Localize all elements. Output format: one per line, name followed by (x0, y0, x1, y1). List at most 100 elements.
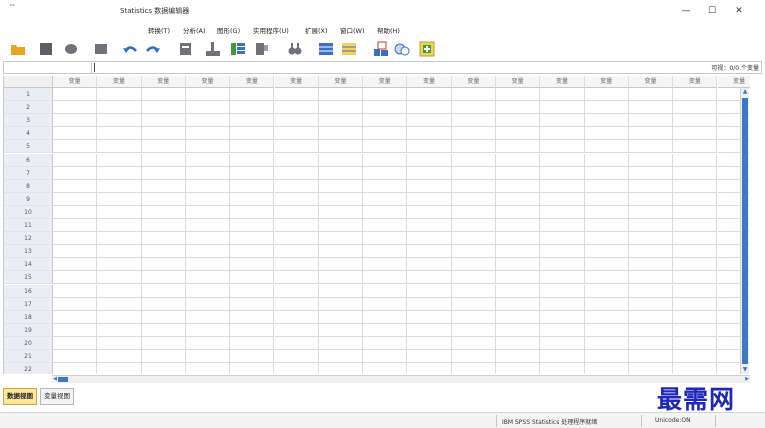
data-cell[interactable] (363, 245, 408, 259)
data-cell[interactable] (53, 101, 98, 115)
data-cell[interactable] (141, 127, 186, 141)
column-header[interactable]: 变量 (274, 76, 319, 88)
data-cell[interactable] (407, 88, 452, 102)
data-cell[interactable] (451, 232, 496, 246)
data-cell[interactable] (628, 297, 674, 311)
data-cell[interactable] (451, 350, 496, 364)
data-cell[interactable] (97, 127, 142, 141)
data-cell[interactable] (230, 297, 275, 311)
data-cell[interactable] (540, 219, 585, 233)
data-cell[interactable] (53, 271, 98, 285)
row-header[interactable]: 13 (4, 245, 53, 259)
data-cell[interactable] (230, 310, 275, 324)
data-cell[interactable] (185, 179, 231, 193)
data-cell[interactable] (673, 350, 718, 364)
data-cell[interactable] (540, 284, 585, 298)
row-header[interactable]: 8 (4, 179, 53, 193)
data-cell[interactable] (97, 245, 142, 259)
data-cell[interactable] (230, 205, 275, 219)
data-cell[interactable] (141, 245, 186, 259)
data-cell[interactable] (407, 153, 452, 167)
data-cell[interactable] (230, 127, 275, 141)
data-cell[interactable] (407, 192, 452, 206)
data-cell[interactable] (53, 297, 98, 311)
data-cell[interactable] (584, 219, 629, 233)
data-cell[interactable] (141, 323, 186, 337)
data-cell[interactable] (451, 101, 496, 115)
data-cell[interactable] (363, 258, 408, 272)
data-cell[interactable] (673, 127, 718, 141)
data-cell[interactable] (141, 297, 186, 311)
data-cell[interactable] (673, 166, 718, 180)
data-cell[interactable] (318, 153, 364, 167)
data-cell[interactable] (318, 219, 364, 233)
data-cell[interactable] (274, 297, 319, 311)
data-cell[interactable] (407, 205, 452, 219)
data-cell[interactable] (230, 166, 275, 180)
data-cell[interactable] (628, 88, 674, 102)
goto-case-icon[interactable] (178, 41, 194, 57)
data-cell[interactable] (407, 219, 452, 233)
row-header[interactable]: 20 (4, 336, 53, 350)
data-cell[interactable] (540, 323, 585, 337)
column-header[interactable]: 变量 (363, 76, 408, 88)
data-cell[interactable] (141, 166, 186, 180)
row-header[interactable]: 1 (4, 88, 53, 102)
data-cell[interactable] (363, 271, 408, 285)
data-cell[interactable] (318, 205, 364, 219)
data-cell[interactable] (185, 166, 231, 180)
data-cell[interactable] (274, 88, 319, 102)
data-cell[interactable] (53, 310, 98, 324)
data-cell[interactable] (185, 88, 231, 102)
use-sets-icon[interactable] (394, 41, 410, 57)
data-cell[interactable] (318, 245, 364, 259)
data-cell[interactable] (452, 363, 496, 374)
row-header[interactable]: 16 (4, 284, 53, 298)
data-cell[interactable] (496, 219, 541, 233)
row-header[interactable]: 18 (4, 310, 53, 324)
data-cell[interactable] (230, 140, 275, 154)
row-header[interactable]: 19 (4, 323, 53, 337)
data-cell[interactable] (318, 88, 364, 102)
data-cell[interactable] (97, 258, 142, 272)
data-cell[interactable] (363, 192, 408, 206)
data-cell[interactable] (628, 323, 674, 337)
find-icon[interactable] (254, 41, 270, 57)
data-cell[interactable] (97, 297, 142, 311)
data-cell[interactable] (230, 245, 275, 259)
data-cell[interactable] (673, 363, 718, 374)
data-cell[interactable] (673, 232, 718, 246)
data-cell[interactable] (230, 258, 275, 272)
data-cell[interactable] (628, 258, 674, 272)
data-cell[interactable] (141, 336, 186, 350)
data-cell[interactable] (407, 350, 452, 364)
data-cell[interactable] (496, 245, 541, 259)
data-cell[interactable] (141, 284, 186, 298)
data-cell[interactable] (673, 140, 718, 154)
data-cell[interactable] (97, 271, 142, 285)
data-cell[interactable] (584, 271, 629, 285)
data-cell[interactable] (673, 219, 718, 233)
data-cell[interactable] (628, 232, 674, 246)
data-cell[interactable] (141, 271, 186, 285)
data-cell[interactable] (185, 101, 231, 115)
data-cell[interactable] (53, 232, 98, 246)
data-cell[interactable] (407, 166, 452, 180)
data-cell[interactable] (53, 88, 98, 102)
data-cell[interactable] (53, 336, 98, 350)
data-cell[interactable] (407, 140, 452, 154)
menu-help[interactable]: 帮助(H) (377, 25, 400, 35)
data-cell[interactable] (363, 127, 408, 141)
data-cell[interactable] (628, 166, 674, 180)
column-header[interactable]: 变量 (97, 76, 142, 88)
column-header[interactable]: 变量 (540, 76, 585, 88)
data-cell[interactable] (584, 166, 629, 180)
row-header[interactable]: 10 (4, 205, 53, 219)
data-cell[interactable] (53, 127, 98, 141)
data-cell[interactable] (496, 140, 541, 154)
data-cell[interactable] (363, 140, 408, 154)
menu-extensions[interactable]: 扩展(X) (305, 25, 328, 35)
data-cell[interactable] (97, 284, 142, 298)
scroll-down-arrow[interactable]: ▼ (741, 366, 749, 374)
data-cell[interactable] (540, 166, 585, 180)
